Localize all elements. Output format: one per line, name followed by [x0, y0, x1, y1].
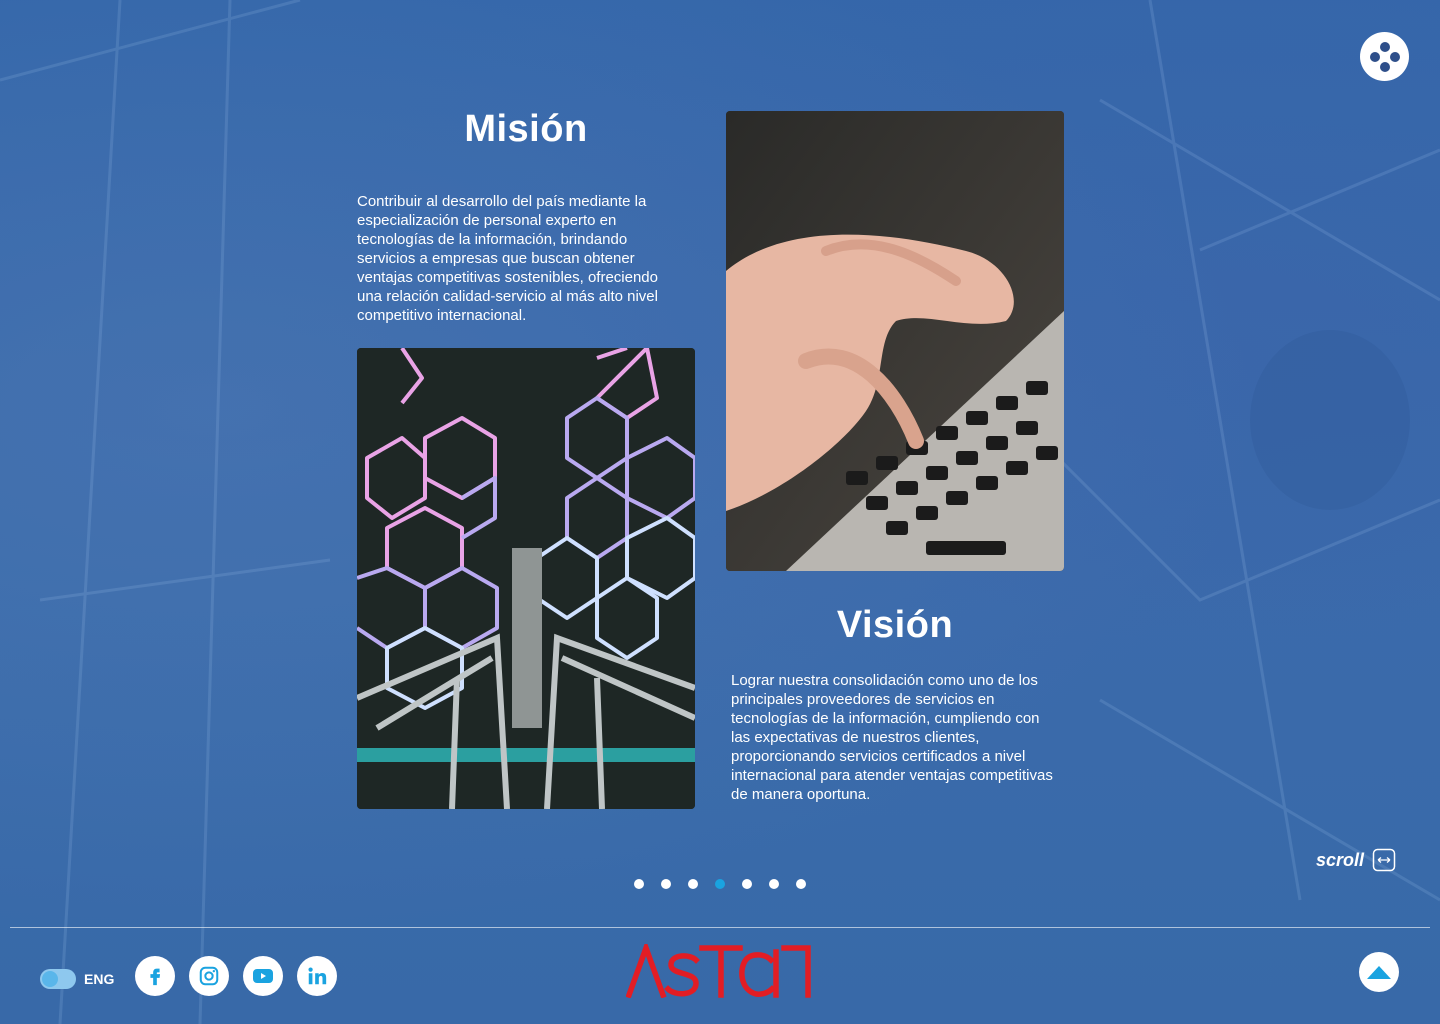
carousel-pagination [634, 879, 806, 889]
carousel-dot[interactable] [688, 879, 698, 889]
language-toggle[interactable] [40, 969, 76, 989]
mision-text: Contribuir al desarrollo del país median… [357, 193, 658, 324]
carousel-dot[interactable] [634, 879, 644, 889]
facebook-link[interactable] [135, 956, 175, 996]
laptop-typing-photo [726, 111, 1064, 571]
menu-dots-icon [1369, 41, 1400, 72]
carousel-dot[interactable] [715, 879, 725, 889]
linkedin-icon [308, 967, 327, 985]
chevron-up-icon [1367, 966, 1391, 979]
vision-title: Visión [836, 604, 954, 646]
instagram-icon [199, 966, 219, 986]
instagram-link[interactable] [189, 956, 229, 996]
youtube-link[interactable] [243, 956, 283, 996]
menu-button[interactable] [1360, 32, 1409, 81]
astecl-logo-mark [625, 939, 811, 999]
linkedin-link[interactable] [297, 956, 337, 996]
scroll-hint: scroll [1316, 848, 1396, 872]
vision-text: Lograr nuestra consolidación como uno de… [731, 672, 1053, 803]
carousel-dot[interactable] [769, 879, 779, 889]
language-label: ENG [84, 971, 115, 987]
background-image [0, 0, 1440, 1024]
footer-divider [10, 927, 1430, 928]
youtube-icon [253, 969, 273, 983]
mision-title: Misión [464, 108, 588, 150]
horizontal-scroll-icon [1372, 848, 1396, 872]
astecl-logo[interactable] [625, 939, 816, 999]
carousel-dot[interactable] [661, 879, 671, 889]
facebook-icon [150, 968, 161, 986]
language-switcher: ENG [40, 969, 114, 989]
scroll-label: scroll [1316, 849, 1365, 870]
hexagon-lights-photo [357, 348, 695, 809]
carousel-dot[interactable] [796, 879, 806, 889]
scroll-to-top-button[interactable] [1359, 952, 1399, 992]
carousel-dot[interactable] [742, 879, 752, 889]
